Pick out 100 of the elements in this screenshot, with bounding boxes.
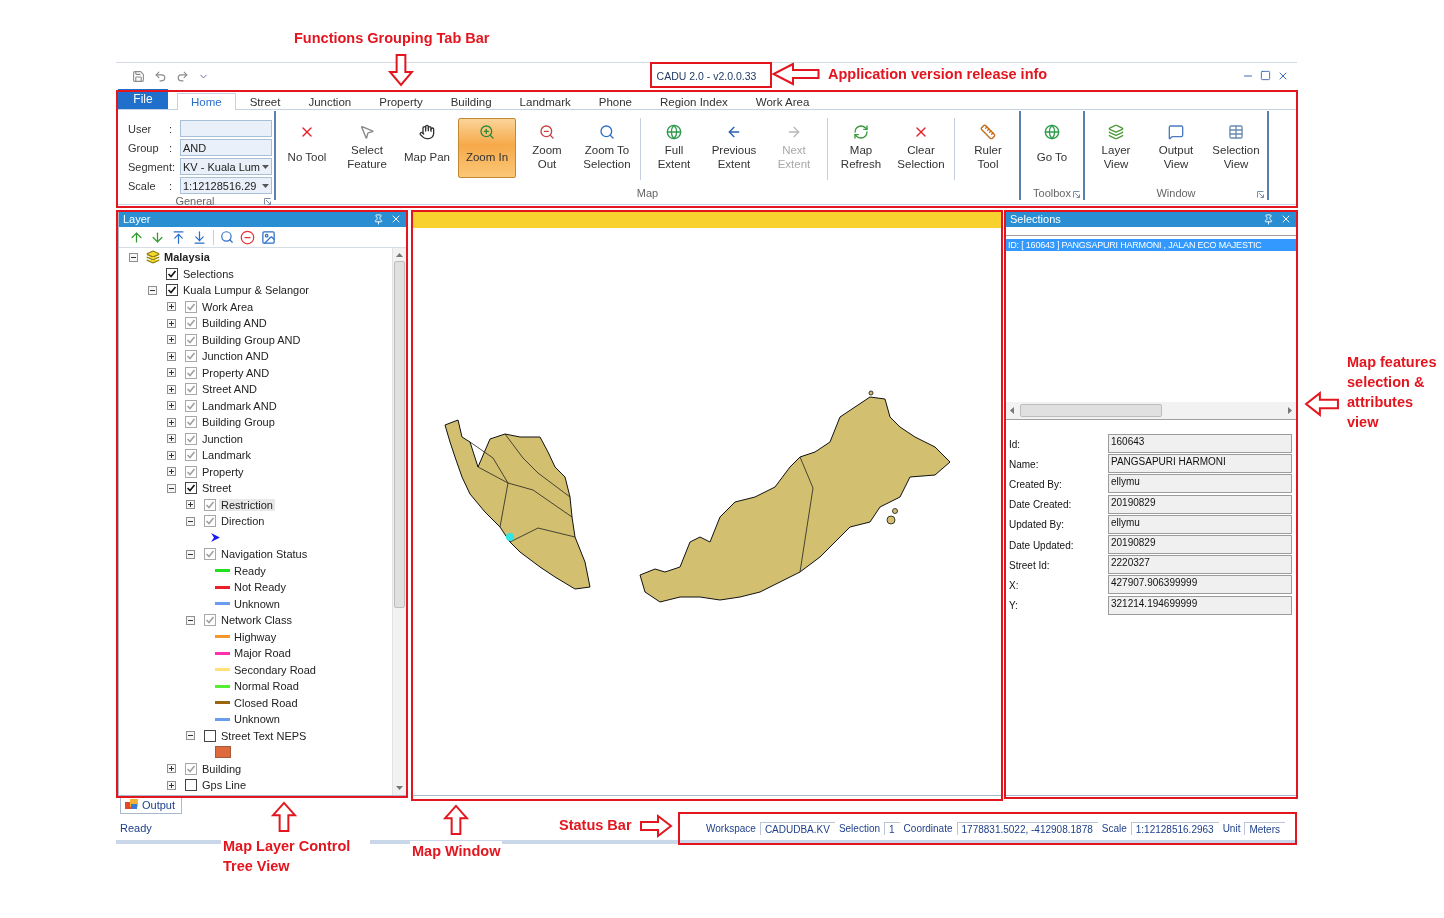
ribbon-tab[interactable]: Work Area bbox=[741, 93, 824, 110]
ribbon-button[interactable]: No Tool bbox=[278, 118, 336, 178]
expand-icon[interactable] bbox=[167, 401, 176, 411]
ribbon-tab[interactable]: Building bbox=[436, 93, 506, 110]
checkbox[interactable] bbox=[203, 614, 216, 627]
ribbon-button[interactable]: Previous Extent bbox=[705, 118, 763, 178]
ribbon-tab[interactable]: Region Index bbox=[646, 93, 742, 110]
layer-name[interactable]: Building Group AND bbox=[200, 333, 303, 346]
ribbon-button[interactable]: Layer View bbox=[1087, 118, 1145, 178]
ribbon-tab[interactable]: Phone bbox=[584, 93, 646, 110]
scroll-up-icon[interactable] bbox=[396, 253, 403, 257]
layer-name[interactable]: Direction bbox=[219, 515, 267, 528]
collapse-icon[interactable] bbox=[186, 549, 195, 559]
attribute-value[interactable]: 160643 bbox=[1108, 434, 1292, 453]
output-tab[interactable]: Output bbox=[120, 796, 183, 814]
checkbox[interactable] bbox=[184, 366, 197, 379]
ribbon-button[interactable]: Selection View bbox=[1207, 118, 1265, 178]
layer-name[interactable]: Junction bbox=[200, 432, 245, 445]
dialog-launcher-icon[interactable] bbox=[1073, 191, 1080, 198]
checkbox[interactable] bbox=[203, 515, 216, 528]
attribute-value[interactable]: ellymu bbox=[1108, 514, 1292, 534]
layer-name[interactable]: Selections bbox=[181, 267, 236, 280]
dropdown-caret-icon[interactable] bbox=[262, 183, 269, 188]
scrollbar-thumb[interactable] bbox=[394, 261, 405, 608]
collapse-icon[interactable] bbox=[129, 252, 138, 262]
ribbon-tab[interactable]: Home bbox=[177, 93, 236, 110]
checkbox[interactable] bbox=[184, 762, 197, 775]
ribbon-tab[interactable]: Landmark bbox=[505, 93, 585, 110]
layer-name[interactable]: Network Class bbox=[219, 614, 294, 627]
layer-name[interactable]: Property AND bbox=[200, 366, 272, 379]
expand-icon[interactable] bbox=[167, 384, 176, 394]
dialog-launcher-icon[interactable] bbox=[1257, 191, 1264, 198]
attribute-value[interactable]: PANGSAPURI HARMONI bbox=[1108, 454, 1292, 474]
layer-name[interactable]: Street Text NEPS bbox=[219, 729, 309, 742]
expand-icon[interactable] bbox=[167, 302, 176, 312]
checkbox[interactable] bbox=[165, 267, 178, 280]
expand-icon[interactable] bbox=[167, 467, 176, 477]
checkbox[interactable] bbox=[184, 779, 197, 792]
attribute-value[interactable]: 427907.906399999 bbox=[1108, 575, 1292, 595]
ribbon-button[interactable]: Go To bbox=[1023, 118, 1081, 178]
layer-name[interactable]: Street bbox=[200, 482, 234, 495]
checkbox[interactable] bbox=[184, 317, 197, 330]
layer-name[interactable]: Property bbox=[200, 465, 246, 478]
checkbox[interactable] bbox=[184, 350, 197, 363]
dropdown-caret-icon[interactable] bbox=[262, 164, 269, 169]
collapse-icon[interactable] bbox=[186, 516, 195, 526]
layer-name[interactable]: Kuala Lumpur & Selangor bbox=[181, 284, 311, 297]
expand-icon[interactable] bbox=[167, 318, 176, 328]
expand-icon[interactable] bbox=[167, 780, 176, 790]
checkbox[interactable] bbox=[184, 432, 197, 445]
ribbon-button[interactable]: Zoom Out bbox=[518, 118, 576, 178]
checkbox[interactable] bbox=[184, 416, 197, 429]
dropdown-field[interactable]: KV - Kuala Lum bbox=[180, 158, 272, 175]
ribbon-button[interactable]: Zoom To Selection bbox=[578, 118, 636, 178]
ribbon-button[interactable]: Clear Selection bbox=[892, 118, 950, 178]
expand-icon[interactable] bbox=[167, 450, 176, 460]
ribbon-button[interactable]: Output View bbox=[1147, 118, 1205, 178]
input-field[interactable] bbox=[180, 120, 272, 137]
scroll-down-icon[interactable] bbox=[396, 786, 403, 790]
expand-icon[interactable] bbox=[167, 764, 176, 774]
checkbox[interactable] bbox=[203, 548, 216, 561]
scroll-left-icon[interactable] bbox=[1010, 407, 1014, 414]
checkbox[interactable] bbox=[184, 399, 197, 412]
layer-name[interactable]: Street AND bbox=[200, 383, 260, 396]
checkbox[interactable] bbox=[203, 498, 216, 511]
file-tab[interactable]: File bbox=[118, 89, 168, 109]
collapse-icon[interactable] bbox=[186, 731, 195, 741]
ribbon-button[interactable]: Map Pan bbox=[398, 118, 456, 178]
scrollbar[interactable] bbox=[392, 248, 406, 795]
attribute-value[interactable]: 20190829 bbox=[1108, 494, 1292, 514]
scrollbar[interactable] bbox=[1006, 402, 1296, 419]
checkbox[interactable] bbox=[184, 333, 197, 346]
checkbox[interactable] bbox=[184, 449, 197, 462]
ribbon-tab[interactable]: Property bbox=[365, 93, 437, 110]
ribbon-tab[interactable]: Junction bbox=[294, 93, 366, 110]
input-field[interactable]: AND bbox=[180, 139, 272, 156]
layer-name[interactable]: Restriction bbox=[219, 498, 275, 511]
collapse-icon[interactable] bbox=[148, 285, 157, 295]
ribbon-button[interactable]: Ruler Tool bbox=[959, 118, 1017, 178]
checkbox[interactable] bbox=[184, 482, 197, 495]
ribbon-button[interactable]: Zoom In bbox=[458, 118, 516, 178]
checkbox[interactable] bbox=[184, 383, 197, 396]
checkbox[interactable] bbox=[184, 465, 197, 478]
layer-name[interactable]: Building AND bbox=[200, 317, 269, 330]
scrollbar-thumb[interactable] bbox=[1020, 404, 1162, 417]
expand-icon[interactable] bbox=[167, 368, 176, 378]
expand-icon[interactable] bbox=[167, 434, 176, 444]
layer-name[interactable]: Work Area bbox=[200, 300, 256, 313]
attribute-value[interactable]: 2220327 bbox=[1108, 555, 1292, 575]
checkbox[interactable] bbox=[203, 729, 216, 742]
layer-name[interactable]: Malaysia bbox=[162, 251, 212, 264]
ribbon-tab[interactable]: Street bbox=[235, 93, 295, 110]
checkbox[interactable] bbox=[165, 284, 178, 297]
dropdown-field[interactable]: 1:12128516.29 bbox=[180, 177, 272, 194]
dialog-launcher-icon[interactable] bbox=[264, 198, 271, 205]
layer-name[interactable]: Landmark AND bbox=[200, 399, 279, 412]
collapse-icon[interactable] bbox=[167, 483, 176, 493]
ribbon-button[interactable]: Map Refresh bbox=[832, 118, 890, 178]
expand-icon[interactable] bbox=[167, 417, 176, 427]
expand-icon[interactable] bbox=[167, 335, 176, 345]
